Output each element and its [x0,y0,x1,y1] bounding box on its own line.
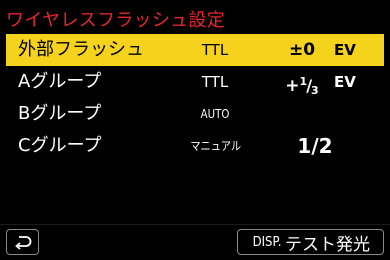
row-group-b[interactable]: Bグループ AUTO [6,98,384,130]
row-label: Aグループ [18,71,102,92]
flash-output-value: 1/2 [297,134,333,158]
row-external-flash[interactable]: 外部フラッシュ TTL ±0 EV [6,34,384,66]
flash-mode: AUTO [200,107,230,121]
value-denominator: 3 [311,84,319,97]
footer-divider [0,224,390,225]
disp-key-label: DISP. [252,234,282,250]
value-prefix: + [285,76,300,96]
row-group-a[interactable]: Aグループ TTL +1/3 EV [6,66,384,98]
row-group-c[interactable]: Cグループ マニュアル 1/2 [6,130,384,162]
back-button[interactable] [6,229,39,255]
flash-mode: TTL [201,41,229,59]
test-flash-label: テスト発光 [285,234,371,255]
return-arrow-icon [14,236,31,250]
flash-compensation-value: ±0 [288,40,316,60]
row-label: Bグループ [18,103,102,124]
row-label: 外部フラッシュ [18,39,144,60]
page-title: ワイヤレスフラッシュ設定 [6,10,226,31]
row-label: Cグループ [18,135,102,156]
flash-settings-list: 外部フラッシュ TTL ±0 EV Aグループ TTL +1/3 EV Bグルー… [6,34,384,162]
flash-mode: TTL [201,73,229,91]
flash-compensation-unit: EV [334,41,356,59]
flash-compensation-unit: EV [334,73,356,91]
flash-mode: マニュアル [190,139,242,153]
test-flash-button[interactable]: DISP. テスト発光 [237,229,384,255]
